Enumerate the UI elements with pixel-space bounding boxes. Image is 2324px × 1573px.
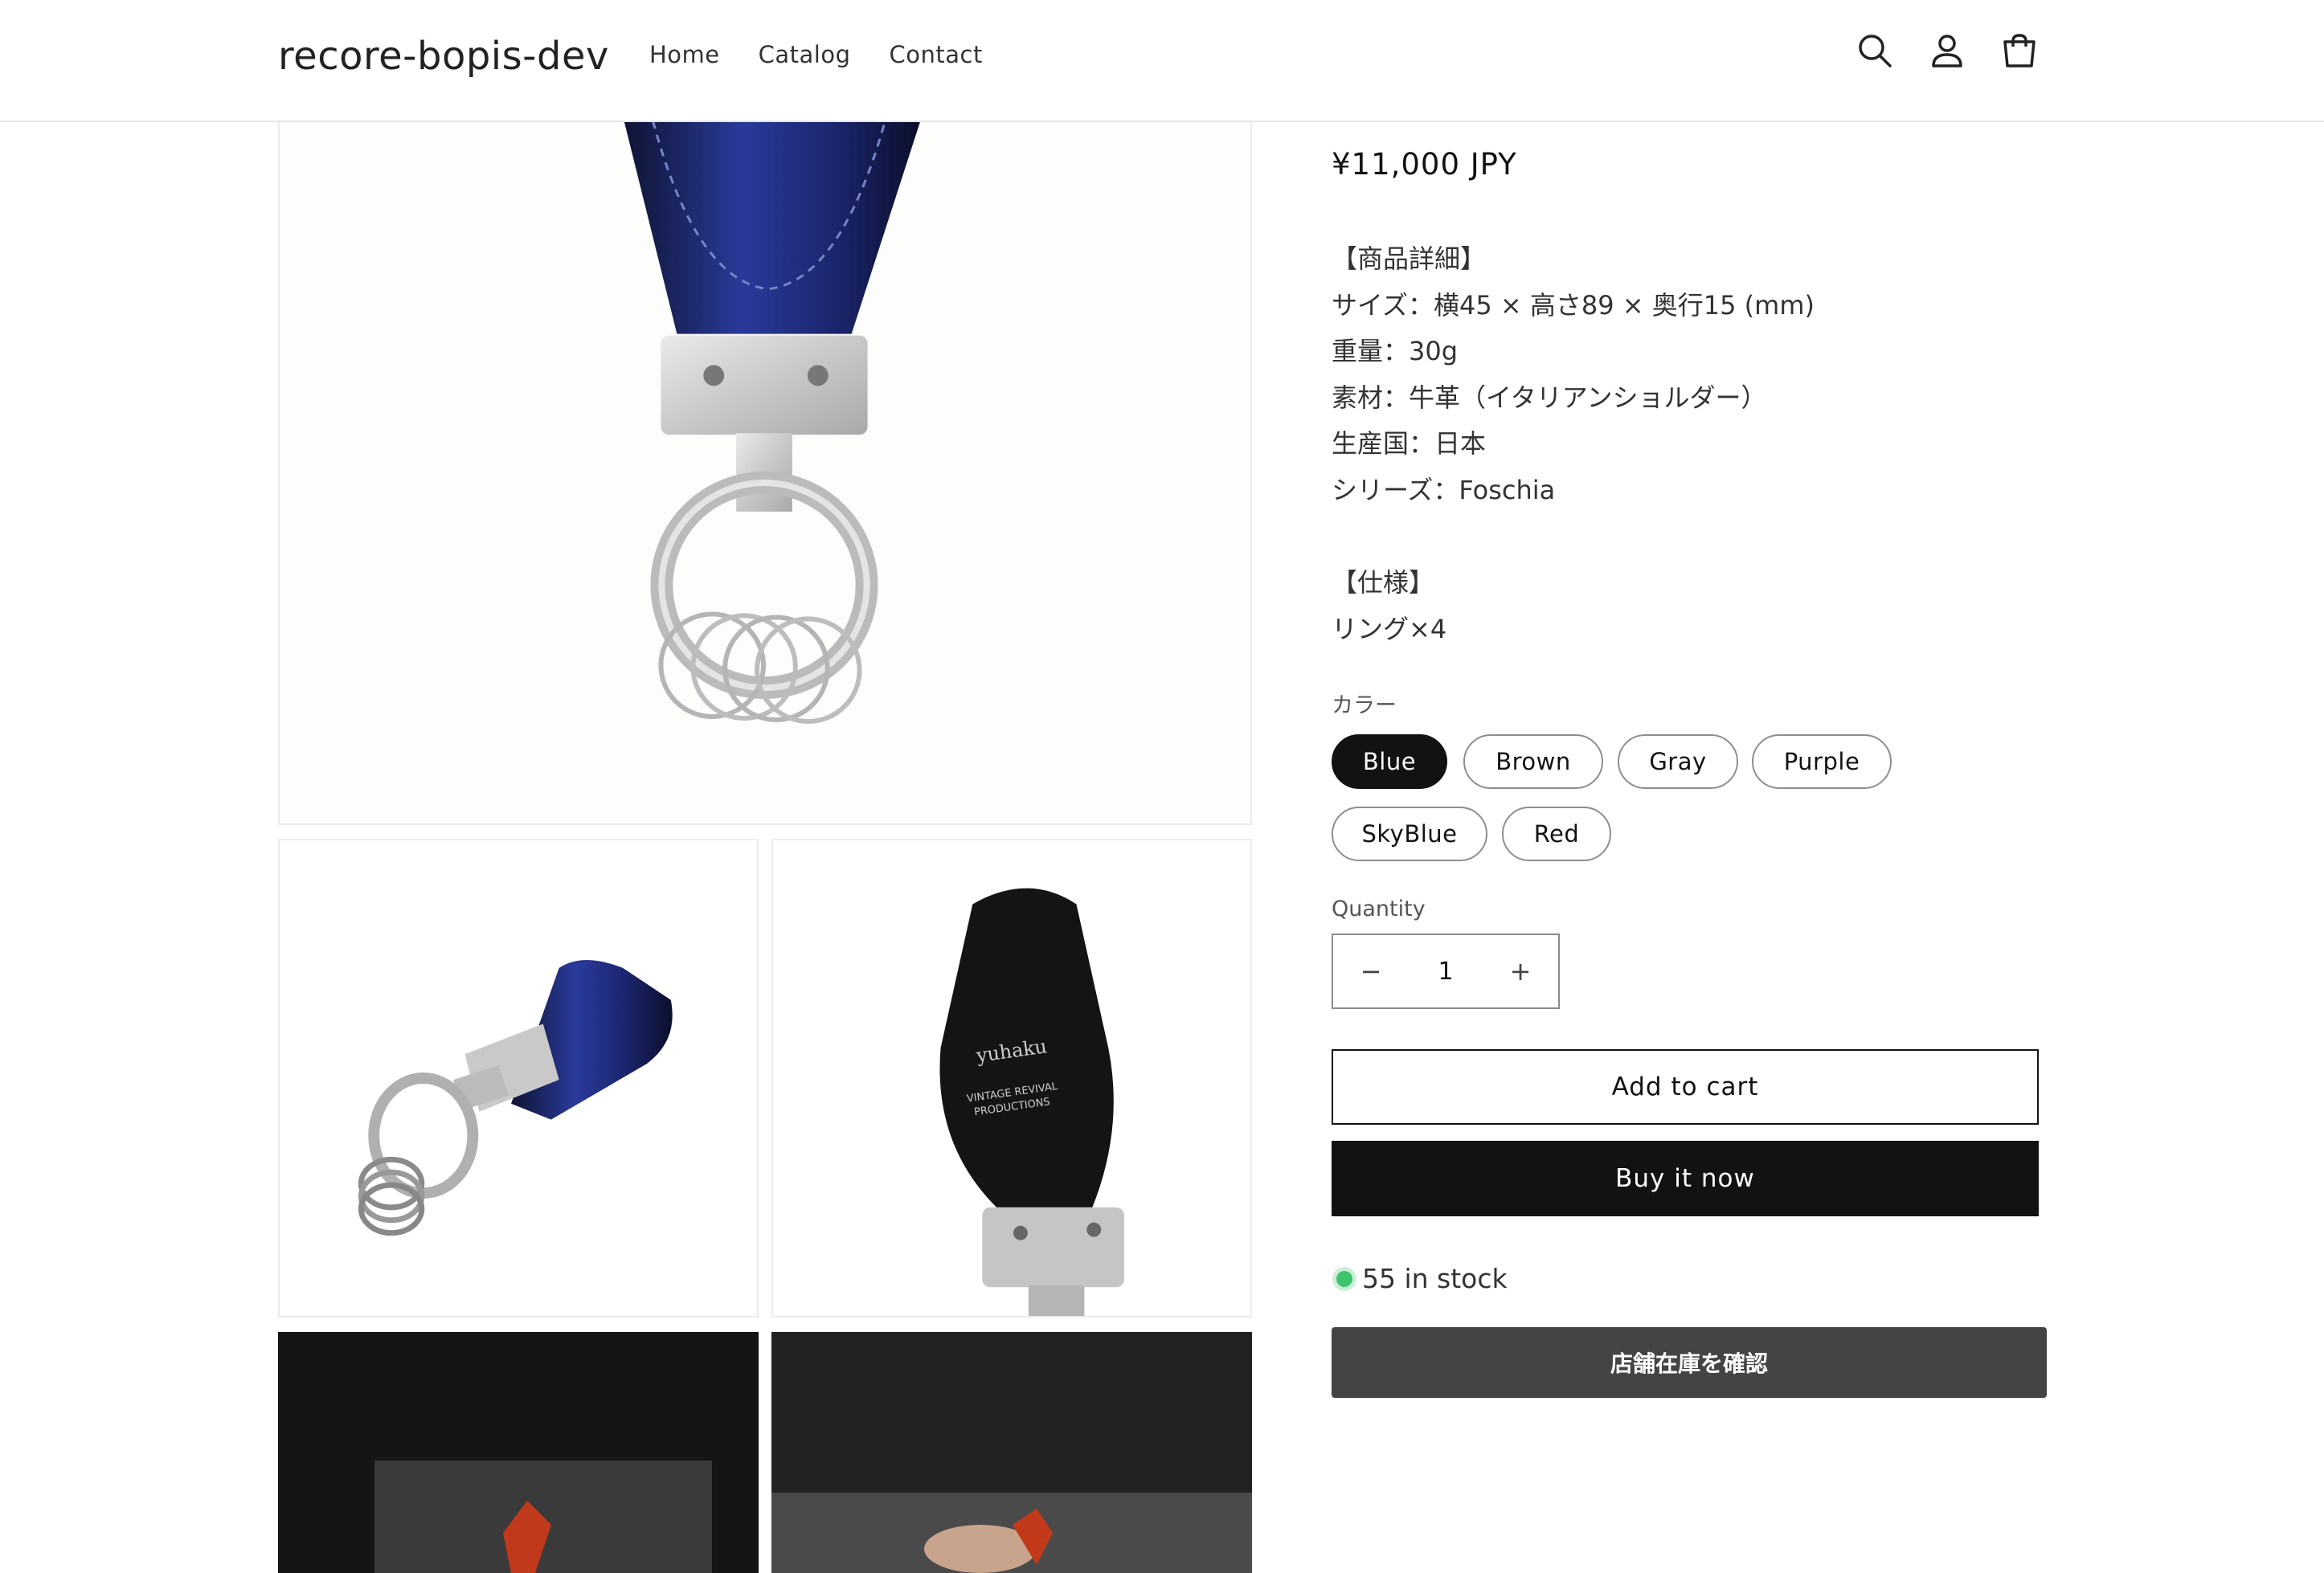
buy-now-button[interactable]: Buy it now: [1332, 1141, 2039, 1216]
main-nav: Home Catalog Contact: [649, 39, 983, 71]
color-option-purple[interactable]: Purple: [1752, 734, 1892, 789]
color-option-blue[interactable]: Blue: [1332, 734, 1447, 789]
nav-catalog[interactable]: Catalog: [759, 39, 851, 71]
keyholder-front-image: [624, 121, 921, 724]
product-thumbnail-4[interactable]: [771, 1332, 1252, 1573]
keyholder-angle-image: [358, 959, 673, 1236]
desc-line: 【商品詳細】: [1332, 243, 1487, 274]
site-logo[interactable]: recore-bopis-dev: [278, 31, 609, 82]
desc-line: リング×4: [1332, 613, 1447, 644]
cart-icon[interactable]: [2001, 32, 2038, 69]
stock-text: 55 in stock: [1362, 1263, 1508, 1294]
product-thumbnail-2[interactable]: yuhaku VINTAGE REVIVAL PRODUCTIONS: [771, 839, 1252, 1318]
quantity-stepper: − 1 +: [1332, 934, 1560, 1009]
quantity-increase-button[interactable]: +: [1483, 935, 1558, 1007]
nav-home[interactable]: Home: [649, 39, 720, 71]
product-price: ¥11,000 JPY: [1332, 147, 1517, 182]
lifestyle-image-2: [771, 1332, 1252, 1573]
desc-line: 生産国：日本: [1332, 428, 1487, 460]
color-option-skyblue[interactable]: SkyBlue: [1332, 807, 1487, 861]
quantity-decrease-button[interactable]: −: [1333, 935, 1409, 1007]
product-description: 【商品詳細】 サイズ：横45 × 高さ89 × 奥行15 (mm) 重量：30g…: [1332, 236, 1815, 652]
header-icons: [1856, 32, 2038, 69]
stock-status: 55 in stock: [1332, 1263, 1508, 1294]
quantity-label: Quantity: [1332, 897, 1426, 921]
keyholder-back-image: yuhaku VINTAGE REVIVAL PRODUCTIONS: [939, 888, 1125, 1316]
color-option-gray[interactable]: Gray: [1618, 734, 1738, 789]
check-store-stock-button[interactable]: 店舗在庫を確認: [1332, 1327, 2047, 1398]
account-icon[interactable]: [1929, 32, 1966, 69]
desc-line: [1332, 514, 1815, 561]
color-option-label: カラー: [1332, 693, 1397, 718]
desc-line: 重量：30g: [1332, 336, 1459, 367]
add-to-cart-button[interactable]: Add to cart: [1332, 1049, 2039, 1125]
color-option-red[interactable]: Red: [1502, 807, 1611, 861]
product-thumbnail-1[interactable]: [278, 839, 759, 1318]
nav-contact[interactable]: Contact: [890, 39, 983, 71]
desc-line: シリーズ：Foschia: [1332, 474, 1556, 505]
site-header: recore-bopis-dev Home Catalog Contact: [0, 0, 2324, 122]
desc-line: 【仕様】: [1332, 567, 1435, 599]
color-option-brown[interactable]: Brown: [1463, 734, 1603, 789]
quantity-input[interactable]: 1: [1409, 935, 1483, 1007]
product-thumbnail-3[interactable]: [278, 1332, 759, 1573]
search-icon[interactable]: [1856, 32, 1893, 69]
desc-line: サイズ：横45 × 高さ89 × 奥行15 (mm): [1332, 289, 1815, 321]
product-main-image[interactable]: [278, 121, 1252, 825]
lifestyle-image-1: [278, 1332, 759, 1573]
stock-indicator-icon: [1336, 1270, 1352, 1287]
desc-line: 素材：牛革（イタリアンショルダー）: [1332, 382, 1767, 413]
